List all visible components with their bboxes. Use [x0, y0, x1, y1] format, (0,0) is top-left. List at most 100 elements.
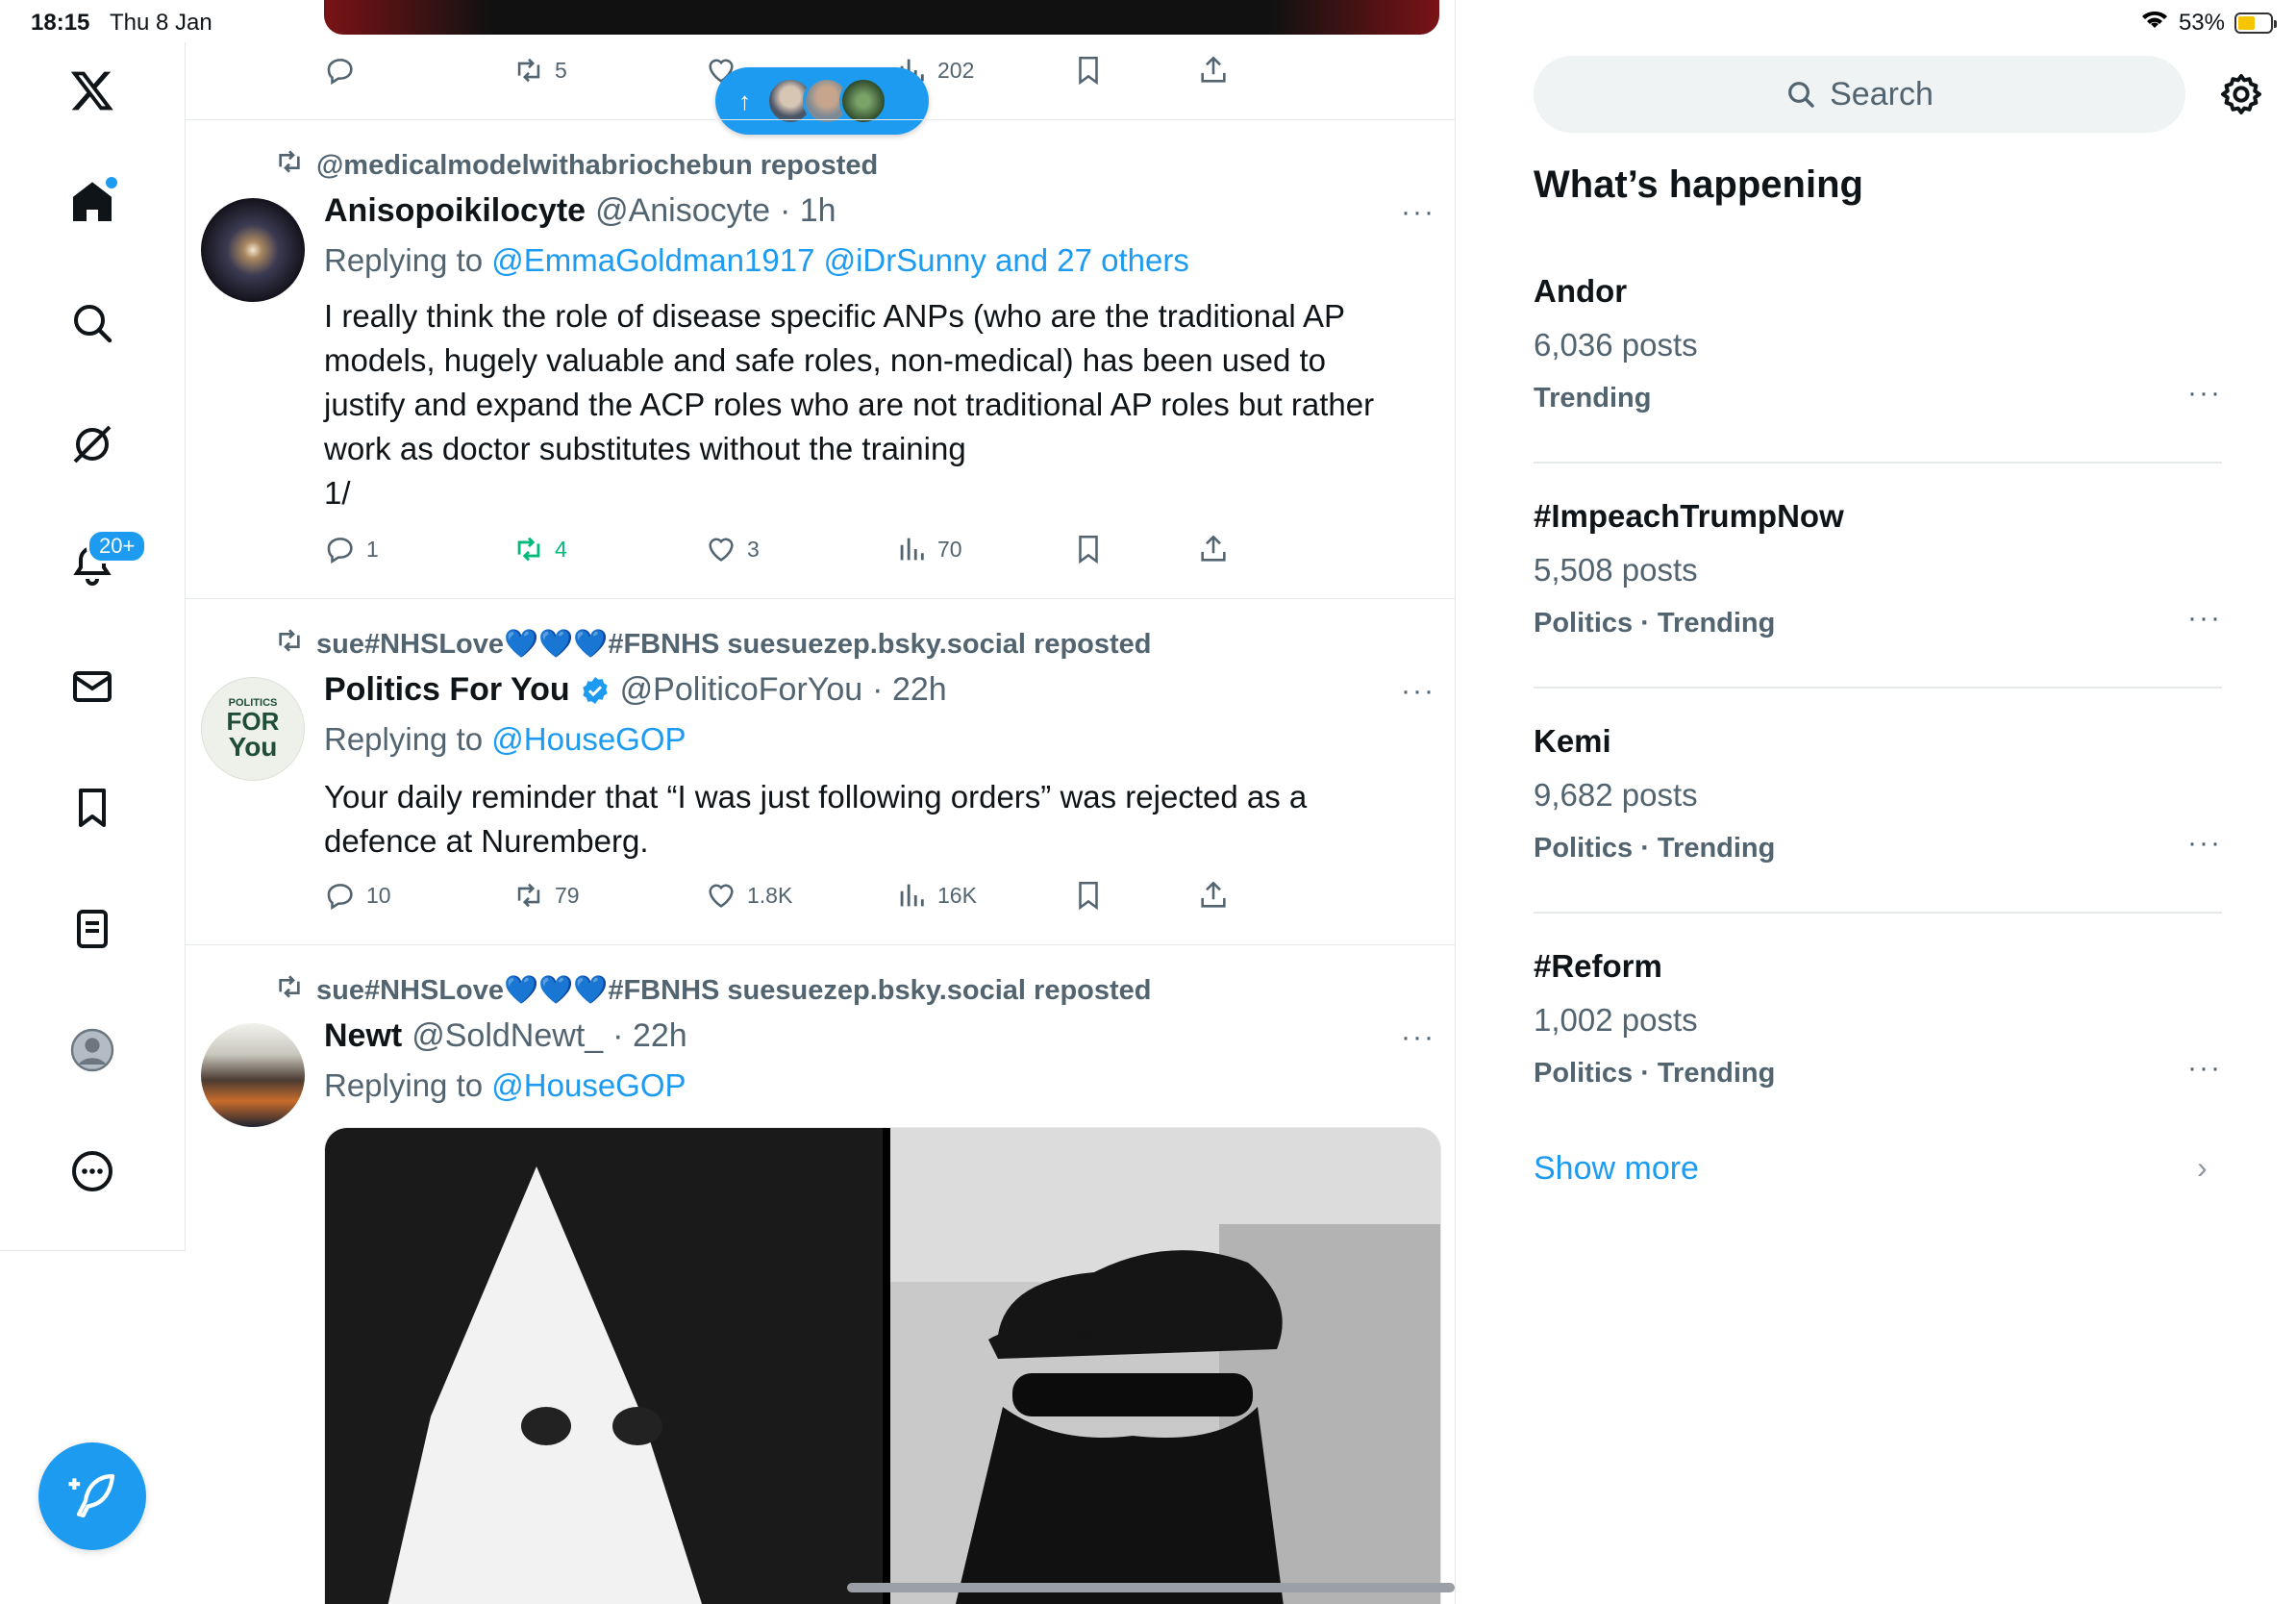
tweet-time[interactable]: · 1h	[780, 192, 836, 230]
replying-to-users[interactable]: @EmmaGoldman1917 @iDrSunny and 27 others	[491, 242, 1189, 278]
previous-tweet-media[interactable]	[324, 0, 1439, 35]
divider	[1534, 462, 2222, 464]
tweet-actions: 10 79 1.8K 16K	[324, 879, 1285, 917]
tweet-time[interactable]: · 22h	[612, 1017, 687, 1055]
nav-grok[interactable]	[46, 398, 138, 490]
nav-home[interactable]	[46, 156, 138, 248]
tweet-more-button[interactable]: ···	[1401, 1021, 1435, 1054]
retweet-button[interactable]: 4	[512, 533, 567, 565]
avatar[interactable]	[201, 198, 305, 302]
divider	[1534, 687, 2222, 689]
reply-button[interactable]	[324, 54, 357, 87]
author-name[interactable]: Anisopoikilocyte	[324, 192, 586, 230]
reply-count: 1	[366, 536, 379, 562]
reply-count: 10	[366, 882, 391, 908]
views-button[interactable]: 70	[895, 533, 962, 565]
retweet-button[interactable]: 79	[512, 879, 580, 912]
trend-name: Andor	[1534, 273, 1628, 309]
nav-notifications[interactable]: 20+	[46, 519, 148, 612]
replying-prefix: Replying to	[324, 242, 484, 278]
bookmark-button[interactable]	[1072, 533, 1105, 565]
trend-item[interactable]: Andor 6,036 posts Trending ···	[1534, 273, 2222, 417]
avatar[interactable]	[201, 1023, 305, 1127]
bookmark-button[interactable]	[1072, 54, 1105, 87]
tweet-text: I really think the role of disease speci…	[324, 294, 1439, 515]
share-icon	[1201, 881, 1226, 908]
nav-bookmarks[interactable]	[46, 762, 138, 854]
tweet-more-button[interactable]: ···	[1401, 196, 1435, 229]
replying-prefix: Replying to	[324, 721, 484, 757]
author-handle[interactable]: @SoldNewt_	[412, 1017, 603, 1055]
trend-item[interactable]: #ImpeachTrumpNow 5,508 posts Politics · …	[1534, 498, 2222, 642]
repost-by: sue#NHSLove💙💙💙#FBNHS suesuezep.bsky.soci…	[316, 629, 1152, 660]
avatar	[839, 77, 887, 125]
reply-icon	[327, 59, 353, 86]
retweet-icon	[274, 625, 305, 664]
retweet-button[interactable]: 5	[512, 54, 567, 87]
trend-name: #Reform	[1534, 948, 1662, 984]
trend-more-button[interactable]: ···	[2187, 602, 2222, 635]
more-circle-icon	[72, 1151, 112, 1191]
author-handle[interactable]: @Anisocyte	[595, 192, 770, 230]
tweet-more-button[interactable]: ···	[1401, 675, 1435, 708]
replying-to-users[interactable]: @HouseGOP	[491, 721, 686, 757]
views-count: 70	[937, 536, 962, 562]
like-button[interactable]: 3	[705, 533, 760, 565]
retweet-icon	[274, 146, 305, 185]
reply-button[interactable]: 1	[324, 533, 379, 565]
nav-lists[interactable]	[46, 883, 138, 975]
views-button[interactable]: 16K	[895, 879, 977, 912]
timeline: 5 202 ↑ @medicalmodelwithabriochebun rep…	[186, 0, 1456, 1604]
bookmark-icon	[1079, 881, 1098, 911]
notifications-badge: 20+	[87, 529, 148, 564]
share-button[interactable]	[1197, 533, 1230, 565]
trend-more-button[interactable]: ···	[2187, 1052, 2222, 1085]
avatar-logo-text: FOR	[226, 706, 280, 736]
bookmark-button[interactable]	[1072, 879, 1105, 912]
search-icon	[1788, 82, 1814, 108]
avatar[interactable]: POLITICS FOR You	[201, 677, 305, 781]
trend-count: 9,682 posts	[1534, 777, 1698, 813]
author-name[interactable]: Newt	[324, 1017, 402, 1055]
bookmark-icon	[1079, 56, 1098, 86]
repost-line: @medicalmodelwithabriochebun reposted	[274, 148, 878, 183]
section-title: What’s happening	[1534, 163, 1863, 206]
like-button[interactable]: 1.8K	[705, 879, 792, 912]
divider	[186, 119, 1455, 120]
tweet-text-line: models, hugely valuable and safe roles, …	[324, 342, 1326, 378]
share-button[interactable]	[1197, 879, 1230, 912]
views-count: 16K	[937, 882, 977, 908]
trend-count: 1,002 posts	[1534, 1002, 1698, 1038]
nav-profile[interactable]	[46, 1004, 138, 1096]
verified-icon	[580, 675, 611, 706]
trend-item[interactable]: Kemi 9,682 posts Politics · Trending ···	[1534, 723, 2222, 867]
replying-to-users[interactable]: @HouseGOP	[491, 1067, 686, 1103]
nav-search[interactable]	[46, 277, 138, 369]
show-more-link[interactable]: Show more	[1534, 1150, 1699, 1188]
trend-item[interactable]: #Reform 1,002 posts Politics · Trending …	[1534, 948, 2222, 1092]
replying-to: Replying to @HouseGOP	[324, 721, 686, 758]
profile-icon	[70, 1028, 114, 1072]
search-input[interactable]: Search	[1534, 56, 2185, 133]
trend-more-button[interactable]: ···	[2187, 827, 2222, 860]
trend-more-button[interactable]: ···	[2187, 377, 2222, 410]
reply-icon	[327, 538, 353, 564]
share-button[interactable]	[1197, 54, 1230, 87]
tweet-time[interactable]: · 22h	[872, 671, 947, 709]
left-nav: 20+	[0, 42, 186, 1251]
author-name[interactable]: Politics For You	[324, 671, 570, 709]
settings-button[interactable]	[2218, 71, 2264, 117]
nav-messages[interactable]	[46, 640, 138, 733]
chevron-right-icon[interactable]: ›	[2197, 1150, 2208, 1186]
reply-button[interactable]: 10	[324, 879, 391, 912]
compose-button[interactable]	[38, 1442, 146, 1550]
retweet-count: 5	[555, 57, 567, 83]
author-handle[interactable]: @PoliticoForYou	[620, 671, 863, 709]
x-logo-icon[interactable]	[46, 44, 138, 137]
retweet-icon	[517, 537, 540, 562]
tweet-media-image[interactable]	[324, 1127, 1441, 1604]
scrollbar[interactable]	[847, 1583, 1455, 1592]
search-placeholder: Search	[1830, 75, 1934, 113]
new-posts-pill[interactable]: ↑	[715, 67, 929, 135]
nav-more[interactable]	[46, 1125, 138, 1217]
